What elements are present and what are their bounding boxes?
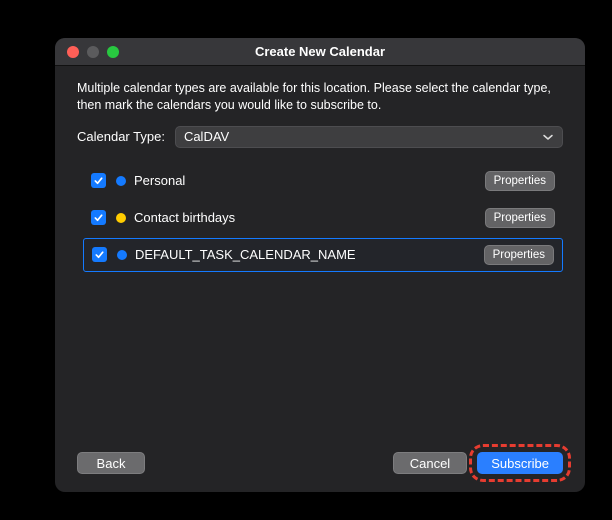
calendar-row[interactable]: PersonalProperties [83, 164, 563, 198]
back-button[interactable]: Back [77, 452, 145, 474]
titlebar: Create New Calendar [55, 38, 585, 66]
dialog-description: Multiple calendar types are available fo… [77, 80, 563, 114]
calendar-checkbox[interactable] [91, 173, 106, 188]
calendar-color-icon [116, 213, 126, 223]
calendar-row[interactable]: Contact birthdaysProperties [83, 201, 563, 235]
dialog-footer: Back Cancel Subscribe [77, 440, 563, 474]
calendar-type-value: CalDAV [184, 129, 229, 144]
calendar-name: DEFAULT_TASK_CALENDAR_NAME [135, 247, 484, 262]
calendar-name: Contact birthdays [134, 210, 485, 225]
window-title: Create New Calendar [55, 44, 585, 59]
calendar-list: PersonalPropertiesContact birthdaysPrope… [77, 164, 563, 275]
calendar-color-icon [117, 250, 127, 260]
properties-button[interactable]: Properties [485, 171, 555, 191]
calendar-color-icon [116, 176, 126, 186]
calendar-name: Personal [134, 173, 485, 188]
chevron-down-icon [542, 131, 554, 143]
zoom-icon[interactable] [107, 46, 119, 58]
create-calendar-window: Create New Calendar Multiple calendar ty… [55, 38, 585, 492]
close-icon[interactable] [67, 46, 79, 58]
properties-button[interactable]: Properties [484, 245, 554, 265]
calendar-checkbox[interactable] [91, 210, 106, 225]
calendar-row[interactable]: DEFAULT_TASK_CALENDAR_NAMEProperties [83, 238, 563, 272]
properties-button[interactable]: Properties [485, 208, 555, 228]
calendar-type-select[interactable]: CalDAV [175, 126, 563, 148]
subscribe-button[interactable]: Subscribe [477, 452, 563, 474]
window-controls [55, 46, 119, 58]
calendar-type-label: Calendar Type: [77, 129, 165, 144]
calendar-checkbox[interactable] [92, 247, 107, 262]
minimize-icon [87, 46, 99, 58]
cancel-button[interactable]: Cancel [393, 452, 467, 474]
